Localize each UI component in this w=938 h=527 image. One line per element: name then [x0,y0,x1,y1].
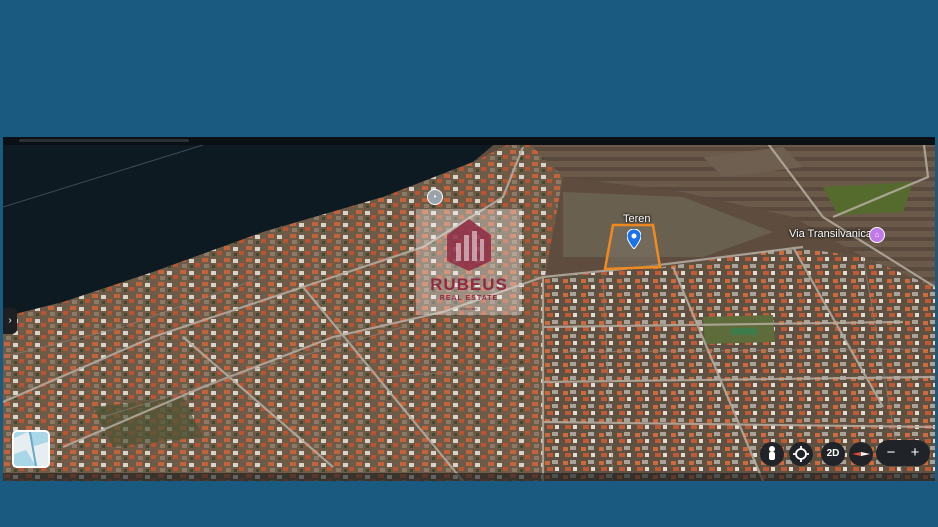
layers-icon[interactable] [12,430,50,468]
collapse-panel-button[interactable]: › [3,308,17,334]
map-top-bar [3,137,935,145]
zoom-in-icon[interactable]: + [902,440,928,466]
location-icon[interactable] [789,442,813,466]
drag-grip[interactable] [19,139,189,142]
compass-icon[interactable] [849,442,873,466]
logo-icon [447,219,491,271]
road-label: Via Transilvanica [789,228,872,240]
poi-icon-gray[interactable]: • [427,189,443,205]
poi-icon[interactable]: ⌂ [869,227,885,243]
bottom-band [0,481,938,527]
view-mode-button[interactable]: 2D [821,442,845,466]
top-band [0,0,938,137]
pegman-icon[interactable] [760,442,784,466]
pin-icon[interactable] [627,229,641,249]
zoom-out-icon[interactable]: − [878,440,904,466]
target-label: Teren [623,213,651,225]
watermark-brand: RUBEUS [430,275,508,294]
satellite-map[interactable]: › Teren Via Transilvanica ⌂ • RUBEUS REA… [3,137,935,481]
page: › Teren Via Transilvanica ⌂ • RUBEUS REA… [0,0,938,527]
watermark-tagline: imobiliare [460,306,478,311]
watermark-subtitle: REAL ESTATE [439,295,499,302]
watermark-logo: RUBEUS REAL ESTATE imobiliare [416,209,522,315]
zoom-controls: − + [876,440,930,466]
